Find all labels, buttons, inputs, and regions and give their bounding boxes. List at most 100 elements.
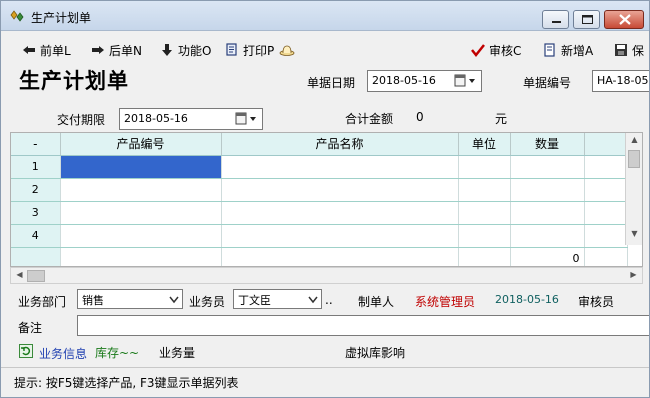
calendar-dropdown-icon[interactable]: [234, 111, 260, 127]
maker-label: 制单人: [358, 295, 395, 309]
cell-product-name[interactable]: [221, 155, 459, 179]
chevron-down-icon[interactable]: [169, 294, 179, 307]
hat-icon: [279, 43, 295, 57]
delivery-label: 交付期限: [57, 113, 106, 127]
maximize-button[interactable]: [573, 10, 600, 29]
row-number[interactable]: 1: [11, 155, 61, 179]
checkmark-icon: [470, 43, 486, 58]
cell-extra[interactable]: [584, 155, 628, 179]
maker-value: 系统管理员: [415, 295, 476, 309]
stock-tab[interactable]: 库存~~: [95, 344, 139, 361]
scroll-down-icon[interactable]: ▼: [626, 229, 642, 238]
table-row: 4: [11, 224, 628, 248]
function-button[interactable]: 功能O: [159, 41, 211, 59]
dept-select[interactable]: 销售: [77, 289, 183, 309]
row-number[interactable]: 3: [11, 201, 61, 225]
next-icon: [90, 43, 106, 57]
cell-product-name[interactable]: [221, 178, 459, 202]
function-label: 功能O: [178, 43, 212, 58]
add-button[interactable]: 新增A: [542, 41, 593, 59]
production-plan-window: 生产计划单 前单L 后单N 功能O 打印P 审核C 新增A 保 生产计划单 单据…: [0, 0, 650, 398]
options-button[interactable]: [279, 41, 298, 59]
prev-button[interactable]: 前单L: [21, 41, 71, 59]
save-button[interactable]: 保: [613, 41, 644, 59]
doc-date-field[interactable]: 2018-05-16: [367, 70, 482, 92]
total-cell-unit: [458, 247, 511, 266]
down-arrow-icon: [159, 43, 175, 57]
status-hint: 提示: 按F5键选择产品, F3键显示单据列表: [14, 376, 239, 390]
minimize-button[interactable]: [542, 10, 569, 29]
reviewer-label: 审核员: [578, 295, 615, 309]
delivery-date-value: 2018-05-16: [124, 112, 188, 125]
scroll-up-icon[interactable]: ▲: [626, 135, 642, 144]
cell-quantity[interactable]: [510, 201, 585, 225]
cell-unit[interactable]: [458, 224, 511, 248]
grid-corner[interactable]: -: [11, 133, 61, 156]
total-cell-product-name: [221, 247, 459, 266]
total-row: 0: [11, 247, 628, 266]
col-header-product-code[interactable]: 产品编号: [60, 133, 222, 156]
remark-label: 备注: [18, 321, 43, 335]
cell-unit[interactable]: [458, 178, 511, 202]
calendar-dropdown-icon[interactable]: [453, 73, 479, 89]
currency-label: 元: [495, 112, 508, 126]
chevron-down-icon[interactable]: [308, 294, 318, 307]
cell-product-code[interactable]: [60, 224, 222, 248]
cell-product-name[interactable]: [221, 201, 459, 225]
col-header-extra: [584, 133, 628, 156]
staff-select[interactable]: 丁文臣: [233, 289, 322, 309]
remark-input[interactable]: [77, 315, 649, 336]
col-header-unit[interactable]: 单位: [458, 133, 511, 156]
maker-date: 2018-05-16: [495, 293, 559, 306]
delivery-date-field[interactable]: 2018-05-16: [119, 108, 263, 130]
cell-extra[interactable]: [584, 178, 628, 202]
cell-extra[interactable]: [584, 224, 628, 248]
doc-no-field[interactable]: HA-18-05: [592, 70, 649, 92]
vertical-scroll-thumb[interactable]: [628, 150, 640, 168]
close-button[interactable]: [604, 10, 644, 29]
table-row: 1: [11, 155, 628, 179]
toolbar: 前单L 后单N 功能O 打印P 审核C 新增A 保: [1, 32, 649, 65]
doc-date-label: 单据日期: [307, 76, 356, 90]
print-icon: [224, 43, 240, 57]
cell-quantity[interactable]: [510, 155, 585, 179]
add-label: 新增A: [561, 43, 594, 58]
total-cell-extra: [584, 247, 628, 266]
next-button[interactable]: 后单N: [90, 41, 142, 59]
cell-product-code[interactable]: [60, 178, 222, 202]
biz-amount-label: 业务量: [159, 346, 196, 360]
scroll-right-icon[interactable]: ▶: [625, 270, 642, 279]
col-header-quantity[interactable]: 数量: [510, 133, 585, 156]
prev-label: 前单L: [40, 43, 71, 58]
row-number[interactable]: 2: [11, 178, 61, 202]
cell-quantity[interactable]: [510, 224, 585, 248]
scroll-left-icon[interactable]: ◀: [11, 270, 28, 279]
staff-value: 丁文臣: [238, 294, 271, 307]
cell-product-code[interactable]: [60, 155, 222, 179]
print-button[interactable]: 打印P: [224, 41, 274, 59]
review-label: 审核C: [489, 43, 522, 58]
review-button[interactable]: 审核C: [470, 41, 521, 59]
row-number[interactable]: 4: [11, 224, 61, 248]
next-label: 后单N: [109, 43, 142, 58]
col-header-product-name[interactable]: 产品名称: [221, 133, 459, 156]
vertical-scrollbar[interactable]: ▲ ▼: [625, 133, 642, 245]
cell-unit[interactable]: [458, 201, 511, 225]
horizontal-scrollbar[interactable]: ◀ ▶: [10, 267, 643, 284]
doc-no-value: HA-18-05: [597, 74, 649, 87]
refresh-icon[interactable]: [19, 344, 33, 361]
horizontal-scroll-thumb[interactable]: [27, 270, 45, 282]
cell-product-name[interactable]: [221, 224, 459, 248]
doc-no-label: 单据编号: [523, 76, 572, 90]
app-icon: [9, 9, 25, 23]
cell-quantity[interactable]: [510, 178, 585, 202]
total-row-header: [11, 247, 61, 266]
save-icon: [613, 43, 629, 57]
biz-info-tab[interactable]: 业务信息: [39, 345, 87, 362]
cell-unit[interactable]: [458, 155, 511, 179]
staff-more-button[interactable]: ..: [325, 293, 333, 307]
cell-product-code[interactable]: [60, 201, 222, 225]
cell-extra[interactable]: [584, 201, 628, 225]
dept-label: 业务部门: [18, 295, 67, 309]
status-bar: 提示: 按F5键选择产品, F3键显示单据列表: [1, 367, 649, 397]
